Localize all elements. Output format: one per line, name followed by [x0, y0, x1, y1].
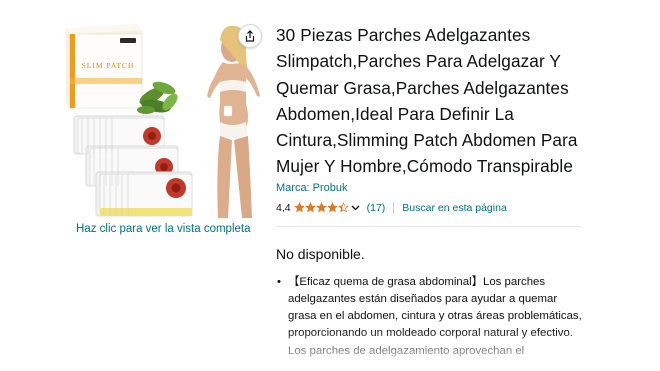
text-fade-overlay — [280, 330, 600, 371]
product-details: 30 Piezas Parches Adelgazantes Slimpatch… — [276, 22, 582, 360]
herb-leaves — [137, 81, 178, 114]
product-box: SLIM PATCH — [66, 24, 143, 109]
review-count-link[interactable]: (17) — [367, 202, 386, 214]
share-button[interactable] — [238, 24, 262, 48]
divider — [393, 201, 395, 214]
rating-row: 4,4 (17) Buscar en esta página — [276, 200, 582, 216]
star-icon — [315, 202, 327, 213]
share-icon — [245, 30, 255, 42]
product-title: 30 Piezas Parches Adelgazantes Slimpatch… — [276, 25, 578, 177]
view-full-link[interactable]: Haz clic para ver la vista completa — [76, 223, 250, 235]
product-image-graphic: SLIM PATCH — [66, 24, 260, 218]
product-image[interactable]: SLIM PATCH — [60, 18, 262, 223]
star-icon — [293, 202, 305, 213]
rating-value: 4,4 — [276, 201, 291, 214]
chevron-down-icon[interactable] — [351, 205, 360, 211]
availability-status: No disponible. — [276, 245, 365, 262]
star-icon — [304, 202, 316, 213]
section-divider — [276, 225, 582, 227]
star-icon — [337, 202, 349, 213]
star-rating[interactable] — [293, 202, 349, 213]
patch-strips — [73, 115, 193, 217]
star-icon — [326, 202, 338, 213]
brand-link[interactable]: Marca: Probuk — [276, 182, 582, 194]
search-page-link[interactable]: Buscar en esta página — [402, 202, 507, 214]
model-figure — [207, 25, 260, 218]
box-brand-text: SLIM PATCH — [82, 61, 135, 70]
